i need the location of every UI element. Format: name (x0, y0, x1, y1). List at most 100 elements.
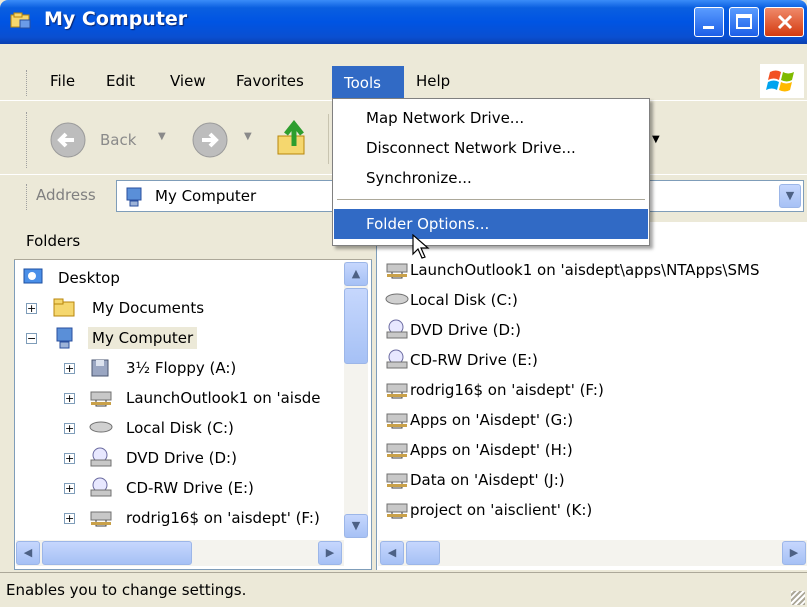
tools-menu-dropdown[interactable]: Map Network Drive... Disconnect Network … (332, 98, 650, 246)
network-drive-icon (90, 391, 112, 407)
forward-button[interactable]: ▼ (190, 120, 260, 160)
status-bar: Enables you to change settings. (0, 572, 807, 607)
chevron-down-icon: ▼ (351, 519, 361, 532)
folder-icon (53, 298, 75, 317)
expand-plus-icon[interactable]: + (64, 483, 75, 494)
expand-plus-icon[interactable]: + (64, 393, 75, 404)
scroll-up-button[interactable]: ▲ (344, 262, 368, 286)
address-label: Address (36, 186, 96, 204)
chevron-up-icon: ▲ (351, 267, 361, 280)
windows-logo-icon (760, 64, 804, 98)
toolbar-separator (328, 114, 329, 164)
computer-icon (56, 327, 73, 349)
tree-item-label: My Documents (92, 299, 205, 317)
network-drive-icon (386, 413, 408, 429)
menu-item-label: Synchronize... (366, 169, 472, 187)
contents-item-label: LaunchOutlook1 on 'aisdept\apps\NTApps\S… (410, 261, 760, 279)
contents-item-label: project on 'aisclient' (K:) (410, 501, 593, 519)
contents-item-label: Local Disk (C:) (410, 291, 518, 309)
menu-edit-label: Edit (106, 72, 136, 90)
contents-scroll-right-button[interactable]: ▶ (782, 541, 806, 565)
back-button[interactable]: Back ▼ (48, 120, 178, 160)
network-drive-icon (386, 383, 408, 399)
menu-separator (337, 199, 645, 200)
expand-plus-icon[interactable]: + (64, 513, 75, 524)
folder-tree[interactable]: Desktop + My Documents − My Computer + 3… (16, 262, 342, 538)
maximize-button[interactable] (729, 7, 759, 37)
contents-horizontal-scrollbar[interactable] (378, 540, 807, 566)
menu-item-folder-options[interactable]: Folder Options... (334, 209, 648, 239)
forward-dropdown-icon: ▼ (244, 131, 252, 142)
close-button[interactable] (764, 7, 804, 37)
scroll-down-button[interactable]: ▼ (344, 514, 368, 538)
menu-help[interactable]: Help (416, 72, 450, 90)
contents-item-label: DVD Drive (D:) (410, 321, 521, 339)
up-folder-icon (277, 119, 305, 155)
menu-item-disconnect-network-drive[interactable]: Disconnect Network Drive... (334, 133, 648, 163)
up-folder-button[interactable] (272, 118, 316, 162)
chevron-left-icon: ◀ (387, 546, 397, 559)
network-drive-icon (386, 443, 408, 459)
address-dropdown-button[interactable]: ▼ (779, 184, 801, 208)
back-arrow-icon (50, 122, 86, 158)
forward-arrow-icon (192, 122, 228, 158)
toolbar-grip[interactable] (26, 112, 30, 168)
tree-item-label: My Computer (88, 327, 198, 349)
menu-tools[interactable]: Tools (332, 66, 404, 100)
tree-item-label: CD-RW Drive (E:) (126, 479, 254, 497)
scroll-right-button[interactable]: ▶ (318, 541, 342, 565)
network-drive-icon (386, 503, 408, 519)
mouse-cursor-icon (412, 234, 430, 259)
chevron-right-icon: ▶ (789, 546, 799, 559)
maximize-icon (736, 14, 752, 29)
contents-item-label: CD-RW Drive (E:) (410, 351, 538, 369)
scroll-left-button[interactable]: ◀ (16, 541, 40, 565)
folders-scroll-thumb[interactable] (344, 288, 368, 364)
dvd-drive-icon (386, 319, 408, 339)
tree-item-label: Local Disk (C:) (126, 419, 234, 437)
dvd-drive-icon (90, 447, 112, 467)
menu-edit[interactable]: Edit (106, 72, 135, 90)
menu-item-synchronize[interactable]: Synchronize... (334, 163, 648, 193)
contents-item-label: Data on 'Aisdept' (J:) (410, 471, 565, 489)
menu-file-label: File (50, 72, 76, 90)
close-icon (777, 14, 793, 30)
expand-plus-icon[interactable]: + (64, 453, 75, 464)
menu-item-map-network-drive[interactable]: Map Network Drive... (334, 103, 648, 133)
contents-list[interactable]: LaunchOutlook1 on 'aisdept\apps\NTApps\S… (380, 228, 804, 538)
expand-plus-icon[interactable]: + (64, 423, 75, 434)
minimize-icon (703, 26, 714, 29)
contents-hscroll-thumb[interactable] (406, 541, 440, 565)
my-computer-icon (10, 12, 31, 29)
local-disk-icon (385, 293, 409, 305)
menu-favorites[interactable]: Favorites (236, 72, 304, 90)
network-drive-icon (386, 473, 408, 489)
cd-drive-icon (386, 349, 408, 369)
network-drive-icon (90, 511, 112, 527)
menu-item-label: Disconnect Network Drive... (366, 139, 576, 157)
cd-drive-icon (90, 477, 112, 497)
collapse-minus-icon[interactable]: − (26, 333, 37, 344)
folders-hscroll-thumb[interactable] (42, 541, 192, 565)
expand-plus-icon[interactable]: + (64, 363, 75, 374)
views-dropdown-icon: ▼ (652, 134, 660, 145)
menubar-grip[interactable] (26, 70, 30, 96)
local-disk-icon (89, 421, 113, 433)
minimize-button[interactable] (694, 7, 724, 37)
expand-plus-icon[interactable]: + (26, 303, 37, 314)
desktop-icon (23, 268, 43, 284)
tree-item-label: rodrig16$ on 'aisdept' (F:) (126, 509, 320, 527)
menu-view-label: View (170, 72, 206, 90)
menu-item-label: Folder Options... (366, 215, 490, 233)
resize-grip-icon[interactable] (791, 591, 805, 605)
menu-favorites-label: Favorites (236, 72, 304, 90)
addressbar-grip[interactable] (26, 184, 30, 210)
contents-item-label: Apps on 'Aisdept' (H:) (410, 441, 573, 459)
contents-item-label: Apps on 'Aisdept' (G:) (410, 411, 574, 429)
menu-view[interactable]: View (170, 72, 206, 90)
contents-scroll-left-button[interactable]: ◀ (380, 541, 404, 565)
chevron-right-icon: ▶ (325, 546, 335, 559)
views-dropdown-button[interactable]: ▼ (652, 128, 668, 148)
menu-file[interactable]: File (50, 72, 75, 90)
chevron-left-icon: ◀ (23, 546, 33, 559)
